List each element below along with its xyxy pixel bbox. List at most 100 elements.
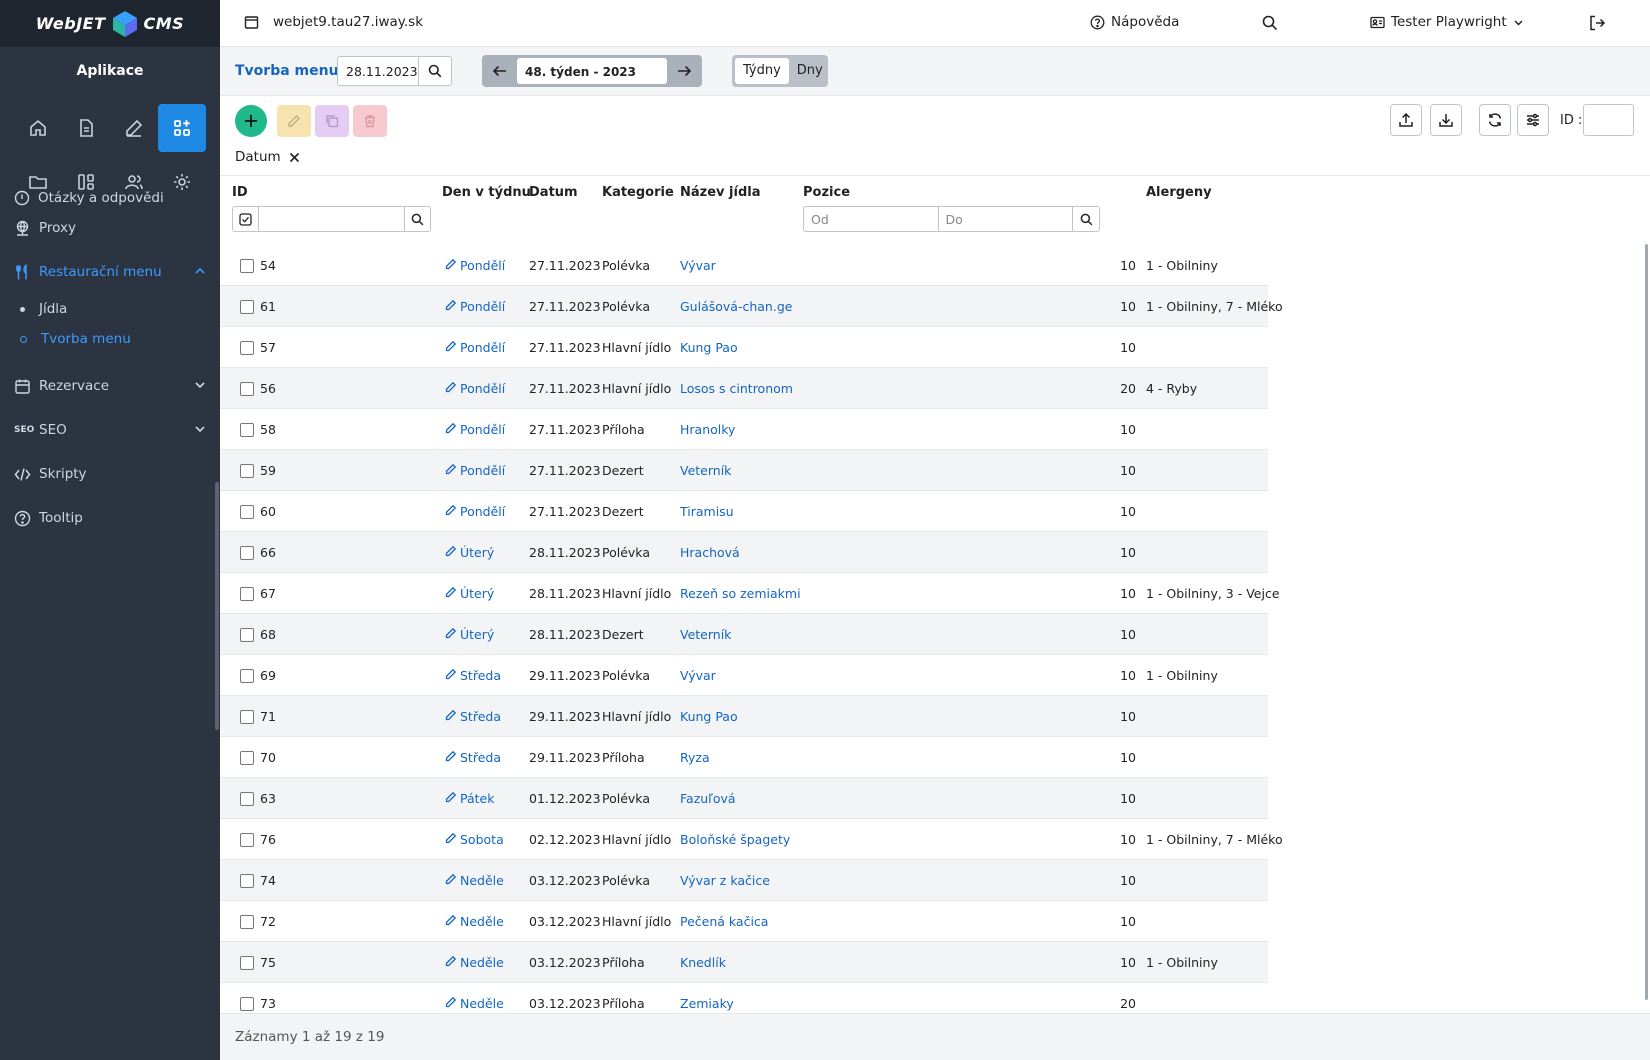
arrow-right-icon[interactable] [676, 63, 692, 79]
column-header-category[interactable]: Kategorie [602, 185, 674, 200]
arrow-left-icon[interactable] [492, 63, 508, 79]
cell-day-link[interactable]: Úterý [442, 586, 494, 601]
id-input[interactable] [1583, 104, 1634, 136]
position-to-input[interactable]: Do [939, 207, 1073, 231]
cell-day-link[interactable]: Středa [442, 668, 501, 683]
logout-icon[interactable] [1588, 14, 1606, 32]
row-checkbox[interactable] [240, 546, 254, 560]
table-row[interactable]: 68 Úterý 28.11.2023 Dezert Veterník 10 [220, 614, 1268, 655]
cell-day-link[interactable]: Sobota [442, 832, 504, 847]
table-row[interactable]: 75 Neděle 03.12.2023 Příloha Knedlík 10 1 - Ob… [220, 942, 1268, 983]
date-input[interactable]: 28.11.2023 [338, 57, 418, 85]
column-header-position[interactable]: Pozice [803, 185, 850, 200]
cell-day-link[interactable]: Pondělí [442, 340, 505, 355]
table-row[interactable]: 66 Úterý 28.11.2023 Polévka Hrachová 10 [220, 532, 1268, 573]
cell-day-link[interactable]: Úterý [442, 627, 494, 642]
row-checkbox[interactable] [240, 997, 254, 1011]
row-checkbox[interactable] [240, 628, 254, 642]
sidebar-subitem-dishes[interactable]: Jídla [0, 294, 220, 324]
row-checkbox[interactable] [240, 341, 254, 355]
search-icon[interactable] [404, 207, 430, 231]
sidebar-item-seo[interactable]: SEO SEO [0, 408, 220, 452]
edit-button[interactable] [277, 105, 311, 137]
cell-day-link[interactable]: Pondělí [442, 299, 505, 314]
table-row[interactable]: 76 Sobota 02.12.2023 Hlavní jídlo Boloňské š… [220, 819, 1283, 860]
row-checkbox[interactable] [240, 915, 254, 929]
sidebar-item-reservations[interactable]: Rezervace [0, 364, 220, 408]
settings-button[interactable] [1517, 104, 1549, 136]
cell-dish-link[interactable]: Hrachová [680, 545, 740, 560]
sidebar-item-tooltip[interactable]: Tooltip [0, 496, 220, 540]
pages-icon[interactable] [62, 104, 110, 152]
column-header-allergens[interactable]: Alergeny [1146, 185, 1212, 200]
cell-dish-link[interactable]: Vývar [680, 258, 716, 273]
cell-day-link[interactable]: Středa [442, 750, 501, 765]
row-checkbox[interactable] [240, 300, 254, 314]
cell-day-link[interactable]: Neděle [442, 996, 504, 1011]
cell-day-link[interactable]: Středa [442, 709, 501, 724]
cell-day-link[interactable]: Pondělí [442, 258, 505, 273]
import-button[interactable] [1430, 104, 1462, 136]
cell-dish-link[interactable]: Hranolky [680, 422, 735, 437]
table-row[interactable]: 63 Pátek 01.12.2023 Polévka Fazuľová 10 [220, 778, 1268, 819]
row-checkbox[interactable] [240, 751, 254, 765]
close-icon[interactable] [289, 152, 300, 163]
cell-dish-link[interactable]: Zemiaky [680, 996, 734, 1011]
cell-day-link[interactable]: Neděle [442, 955, 504, 970]
sidebar-item-faq[interactable]: Otázky a odpovědi [0, 182, 220, 206]
week-label[interactable]: 48. týden - 2023 [517, 58, 667, 84]
table-row[interactable]: 60 Pondělí 27.11.2023 Dezert Tiramisu 10 [220, 491, 1268, 532]
position-from-input[interactable]: Od [804, 207, 939, 231]
row-checkbox[interactable] [240, 587, 254, 601]
cell-day-link[interactable]: Pondělí [442, 422, 505, 437]
logo[interactable]: WebJET CMS [0, 0, 220, 47]
sidebar-item-scripts[interactable]: Skripty [0, 452, 220, 496]
table-row[interactable]: 69 Středa 29.11.2023 Polévka Vývar 10 1 - Obil… [220, 655, 1268, 696]
reload-button[interactable] [1479, 104, 1511, 136]
cell-dish-link[interactable]: Ryza [680, 750, 710, 765]
delete-button[interactable] [353, 105, 387, 137]
table-row[interactable]: 70 Středa 29.11.2023 Příloha Ryza 10 [220, 737, 1268, 778]
cell-day-link[interactable]: Úterý [442, 545, 494, 560]
cell-dish-link[interactable]: Boloňské špagety [680, 832, 790, 847]
row-checkbox[interactable] [240, 874, 254, 888]
cell-day-link[interactable]: Pondělí [442, 463, 505, 478]
table-row[interactable]: 57 Pondělí 27.11.2023 Hlavní jídlo Kung Pao 1… [220, 327, 1268, 368]
row-checkbox[interactable] [240, 710, 254, 724]
user-menu[interactable]: Tester Playwright [1370, 14, 1524, 30]
row-checkbox[interactable] [240, 669, 254, 683]
cell-dish-link[interactable]: Vývar [680, 668, 716, 683]
cell-dish-link[interactable]: Tiramisu [680, 504, 734, 519]
sidebar-item-proxy[interactable]: Proxy [0, 206, 220, 250]
row-checkbox[interactable] [240, 382, 254, 396]
row-checkbox[interactable] [240, 464, 254, 478]
cell-dish-link[interactable]: Vývar z kačice [680, 873, 770, 888]
help-link[interactable]: Nápověda [1090, 14, 1179, 30]
cell-day-link[interactable]: Neděle [442, 873, 504, 888]
table-row[interactable]: 71 Středa 29.11.2023 Hlavní jídlo Kung Pao 10 [220, 696, 1268, 737]
row-checkbox[interactable] [240, 259, 254, 273]
table-row[interactable]: 59 Pondělí 27.11.2023 Dezert Veterník 10 [220, 450, 1268, 491]
home-icon[interactable] [14, 104, 62, 152]
add-button[interactable] [235, 105, 267, 137]
cell-day-link[interactable]: Pátek [442, 791, 494, 806]
column-header-name[interactable]: Název jídla [680, 185, 760, 200]
toggle-days[interactable]: Dny [789, 58, 831, 84]
table-row[interactable]: 67 Úterý 28.11.2023 Hlavní jídlo Rezeň so ze… [220, 573, 1280, 614]
cell-dish-link[interactable]: Veterník [680, 627, 731, 642]
cell-dish-link[interactable]: Kung Pao [680, 340, 738, 355]
table-row[interactable]: 54 Pondělí 27.11.2023 Polévka Vývar 10 1 - Obi… [220, 245, 1268, 286]
cell-dish-link[interactable]: Gulášová-chan.ge [680, 299, 792, 314]
table-row[interactable]: 56 Pondělí 27.11.2023 Hlavní jídlo Losos s c… [220, 368, 1268, 409]
row-checkbox[interactable] [240, 833, 254, 847]
row-checkbox[interactable] [240, 956, 254, 970]
search-icon[interactable] [1073, 207, 1099, 231]
apps-icon[interactable] [158, 104, 206, 152]
cell-day-link[interactable]: Neděle [442, 914, 504, 929]
table-row[interactable]: 58 Pondělí 27.11.2023 Příloha Hranolky 10 [220, 409, 1268, 450]
search-icon[interactable] [1262, 15, 1278, 31]
row-checkbox[interactable] [240, 423, 254, 437]
duplicate-button[interactable] [315, 105, 349, 137]
cell-day-link[interactable]: Pondělí [442, 381, 505, 396]
sidebar-scrollbar[interactable] [215, 482, 219, 730]
